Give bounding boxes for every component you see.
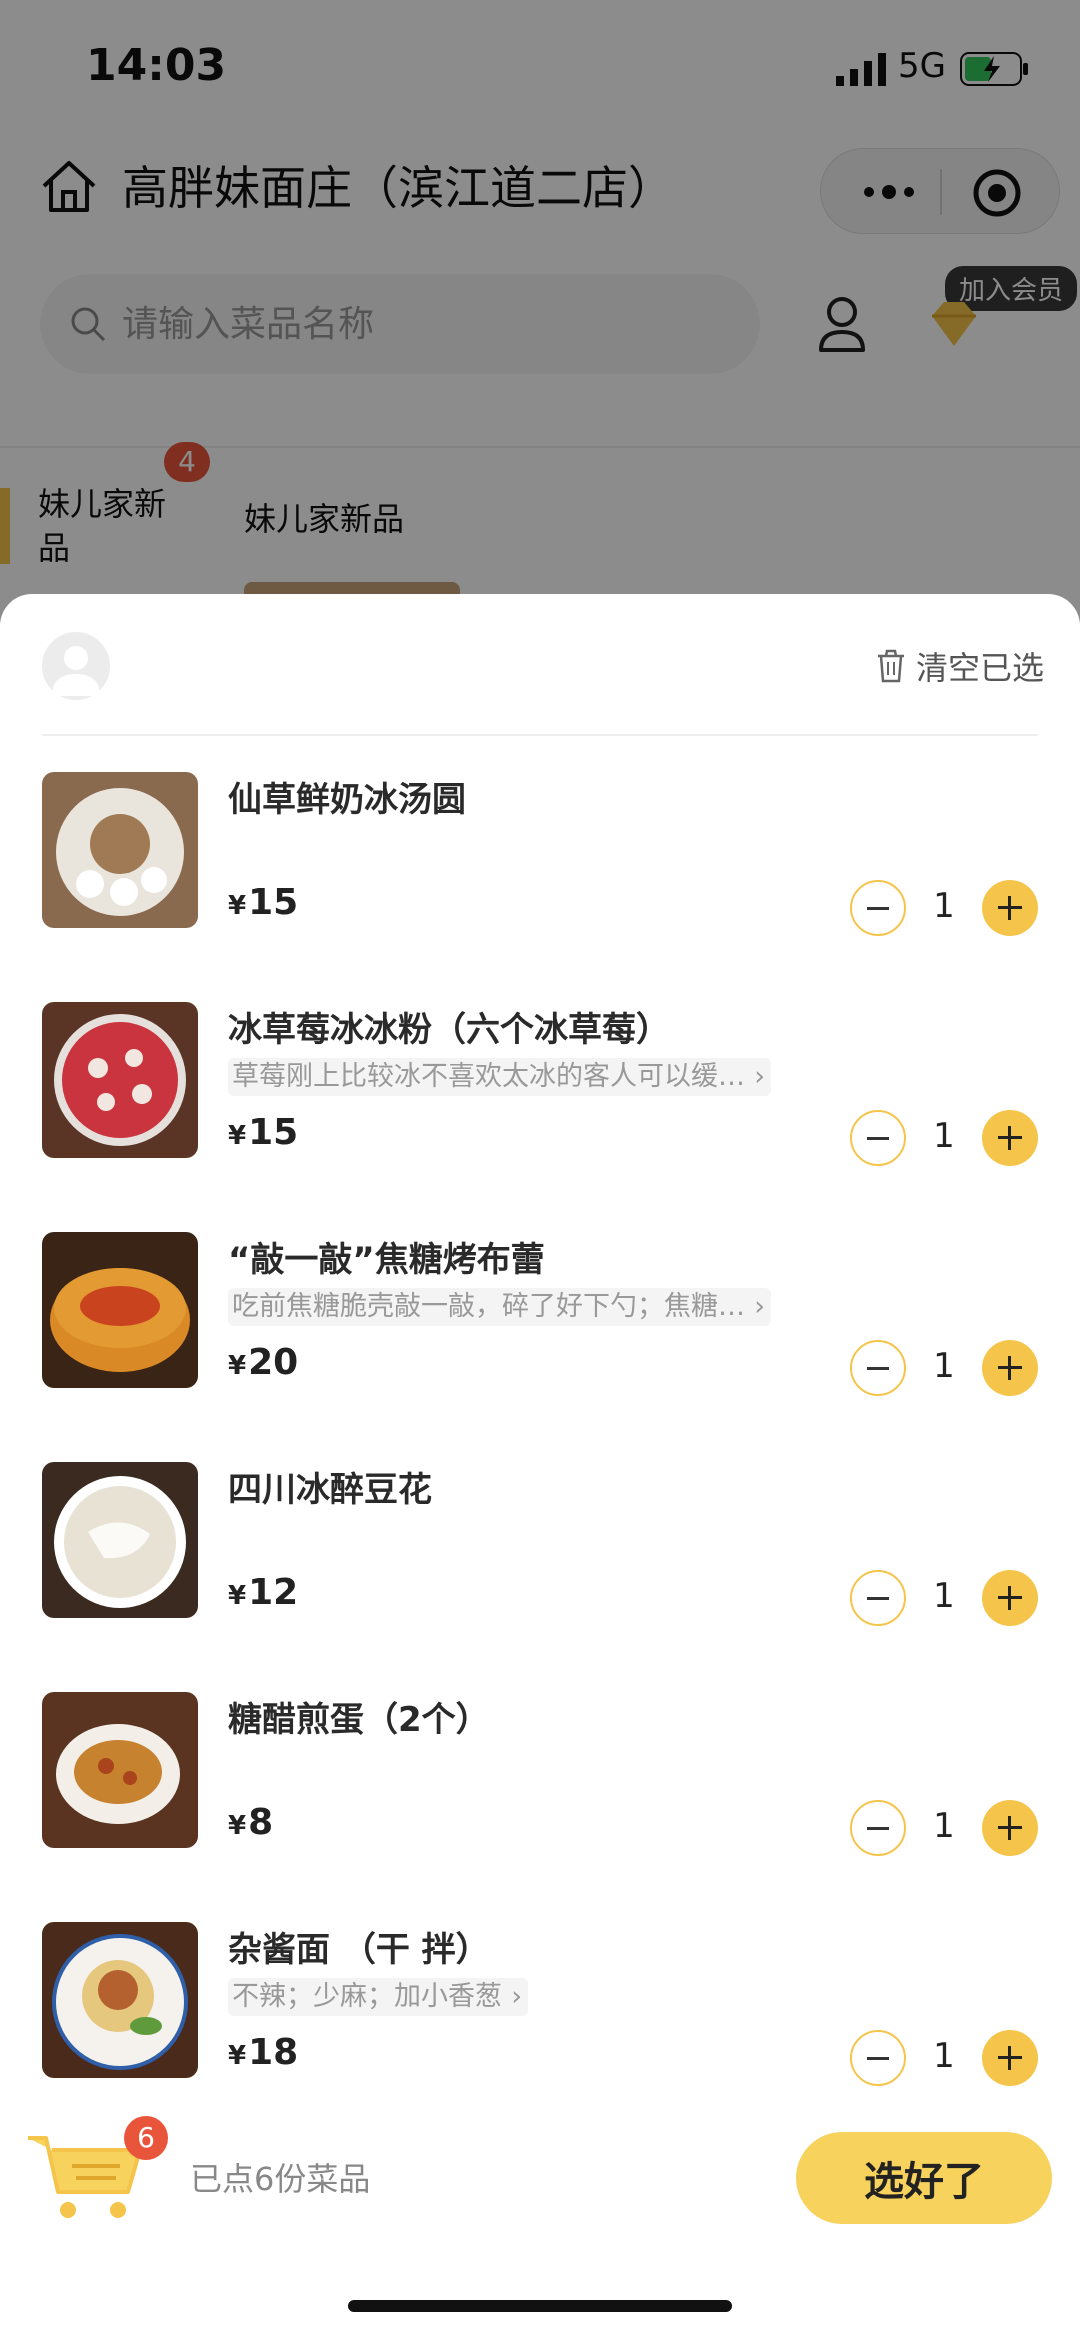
increase-button[interactable]	[982, 1340, 1038, 1396]
quantity-stepper: 1	[850, 1800, 1040, 1856]
decrease-button[interactable]	[850, 1570, 906, 1626]
price-value: 15	[248, 882, 299, 923]
cart-sheet-header: 清空已选	[0, 594, 1080, 734]
quantity-stepper: 1	[850, 1340, 1040, 1396]
quantity-stepper: 1	[850, 2030, 1040, 2086]
dish-name: 仙草鲜奶冰汤圆	[228, 780, 466, 820]
dish-price: ¥8	[228, 1802, 273, 1843]
dish-image	[42, 772, 198, 928]
dish-name: 杂酱面 （干 拌）	[228, 1930, 490, 1970]
price-value: 15	[248, 1112, 299, 1153]
decrease-button[interactable]	[850, 880, 906, 936]
decrease-button[interactable]	[850, 2030, 906, 2086]
quantity-stepper: 1	[850, 1570, 1040, 1626]
cart-summary: 已点6份菜品	[190, 2160, 371, 2198]
quantity-value: 1	[933, 1806, 955, 1846]
cart-item: 仙草鲜奶冰汤圆 ¥15 1	[0, 772, 1080, 1002]
currency-symbol: ¥	[228, 1121, 247, 1151]
dish-price: ¥15	[228, 1112, 298, 1153]
quantity-stepper: 1	[850, 880, 1040, 936]
dish-image	[42, 1462, 198, 1618]
chevron-right-icon: ›	[511, 1981, 522, 2012]
quantity-stepper: 1	[850, 1110, 1040, 1166]
price-value: 8	[248, 1802, 274, 1843]
currency-symbol: ¥	[228, 891, 247, 921]
chevron-right-icon: ›	[754, 1061, 765, 1092]
dish-price: ¥12	[228, 1572, 298, 1613]
dish-image	[42, 1922, 198, 2078]
clear-cart-label: 清空已选	[916, 649, 1045, 687]
dish-image	[42, 1232, 198, 1388]
home-indicator	[348, 2300, 732, 2312]
cart-item: 四川冰醉豆花 ¥12 1	[0, 1462, 1080, 1692]
cart-bar: 6 已点6份菜品 选好了	[0, 2100, 1080, 2240]
currency-symbol: ¥	[228, 1351, 247, 1381]
dish-note[interactable]: 不辣；少麻；加小香葱 ›	[228, 1978, 528, 2016]
quantity-value: 1	[933, 886, 955, 926]
clear-cart-button[interactable]: 清空已选	[876, 644, 1044, 688]
trash-icon	[878, 649, 904, 683]
dish-name: 冰草莓冰冰粉（六个冰草莓）	[228, 1010, 670, 1050]
dish-price: ¥20	[228, 1342, 298, 1383]
price-value: 12	[248, 1572, 299, 1613]
quantity-value: 1	[933, 1346, 955, 1386]
cart-sheet: 清空已选 仙草鲜奶冰汤圆 ¥15 1 冰草莓冰冰粉（六个冰草莓） 草莓刚上比较冰…	[0, 594, 1080, 2337]
dish-name: 四川冰醉豆花	[228, 1470, 432, 1510]
decrease-button[interactable]	[850, 1800, 906, 1856]
quantity-value: 1	[933, 2036, 955, 2076]
cart-item: 冰草莓冰冰粉（六个冰草莓） 草莓刚上比较冰不喜欢太冰的客人可以缓… › ¥15 1	[0, 1002, 1080, 1232]
increase-button[interactable]	[982, 1800, 1038, 1856]
quantity-value: 1	[933, 1116, 955, 1156]
currency-symbol: ¥	[228, 2041, 247, 2071]
quantity-value: 1	[933, 1576, 955, 1616]
increase-button[interactable]	[982, 1110, 1038, 1166]
price-value: 18	[248, 2032, 299, 2073]
chevron-right-icon: ›	[754, 1291, 765, 1322]
dish-note-text: 不辣；少麻；加小香葱	[232, 1981, 502, 2012]
dish-name: “敲一敲”焦糖烤布蕾	[228, 1240, 545, 1280]
decrease-button[interactable]	[850, 1340, 906, 1396]
dish-note-text: 草莓刚上比较冰不喜欢太冰的客人可以缓…	[232, 1061, 745, 1092]
dish-name: 糖醋煎蛋（2个）	[228, 1700, 490, 1740]
divider	[42, 734, 1038, 736]
cart-item: 糖醋煎蛋（2个） ¥8 1	[0, 1692, 1080, 1922]
dish-price: ¥18	[228, 2032, 298, 2073]
increase-button[interactable]	[982, 880, 1038, 936]
increase-button[interactable]	[982, 1570, 1038, 1626]
avatar[interactable]	[42, 632, 110, 700]
avatar-placeholder-icon	[52, 646, 100, 696]
dish-price: ¥15	[228, 882, 298, 923]
cart-count-badge: 6	[124, 2116, 168, 2160]
confirm-selection-button[interactable]: 选好了	[796, 2132, 1052, 2224]
dish-note[interactable]: 草莓刚上比较冰不喜欢太冰的客人可以缓… ›	[228, 1058, 771, 1096]
dish-image	[42, 1002, 198, 1158]
increase-button[interactable]	[982, 2030, 1038, 2086]
currency-symbol: ¥	[228, 1811, 247, 1841]
dish-image	[42, 1692, 198, 1848]
dish-note-text: 吃前焦糖脆壳敲一敲，碎了好下勺；焦糖…	[232, 1291, 745, 1322]
currency-symbol: ¥	[228, 1581, 247, 1611]
decrease-button[interactable]	[850, 1110, 906, 1166]
price-value: 20	[248, 1342, 299, 1383]
cart-item: “敲一敲”焦糖烤布蕾 吃前焦糖脆壳敲一敲，碎了好下勺；焦糖… › ¥20 1	[0, 1232, 1080, 1462]
dish-note[interactable]: 吃前焦糖脆壳敲一敲，碎了好下勺；焦糖… ›	[228, 1288, 771, 1326]
